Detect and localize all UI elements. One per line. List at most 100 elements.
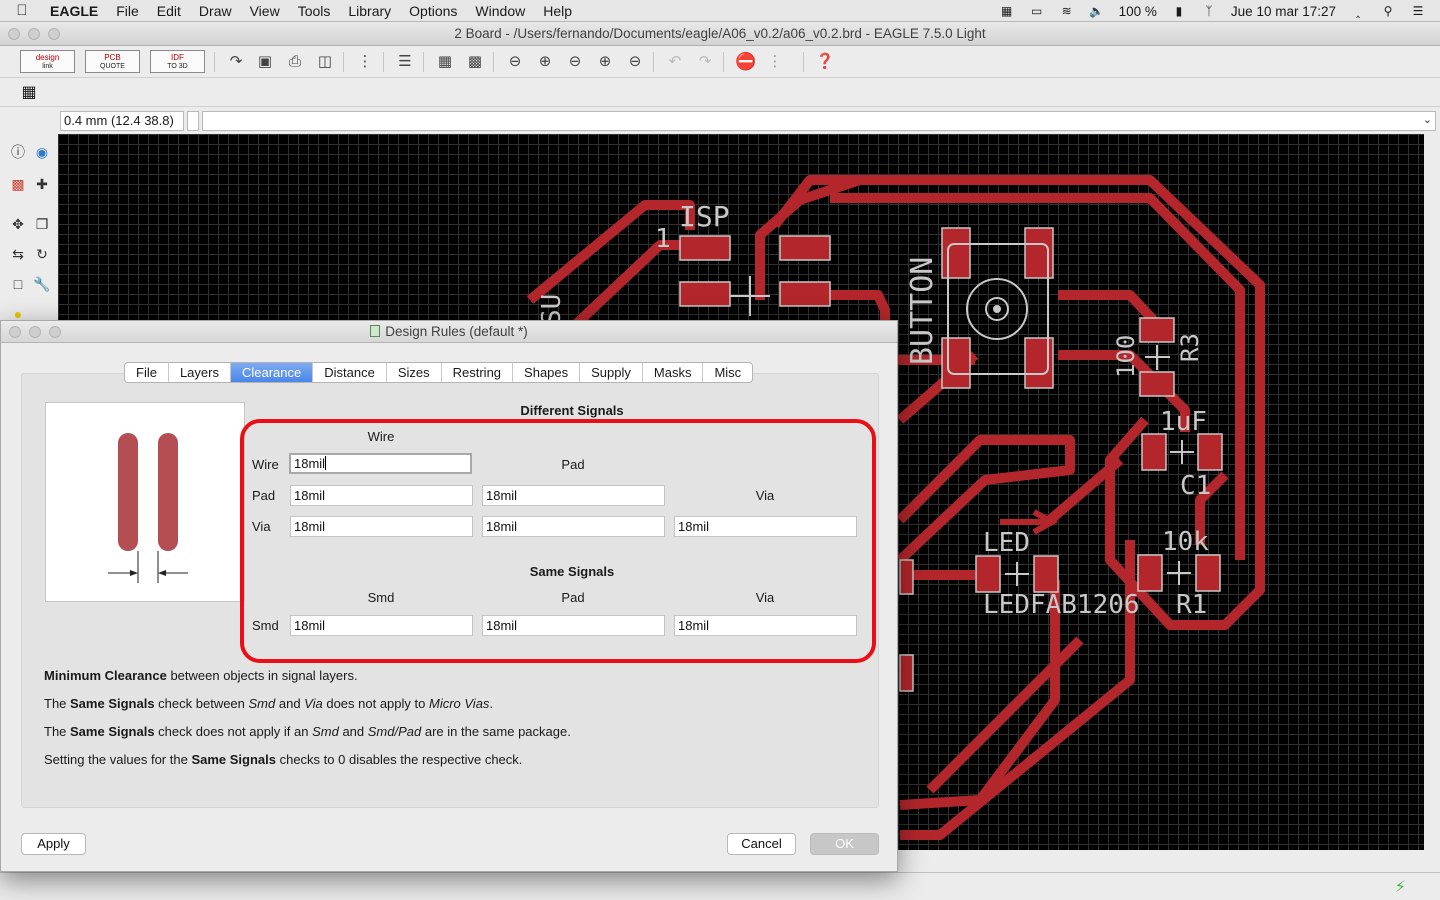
ok-button[interactable]: OK — [810, 833, 879, 855]
print-icon[interactable]: ⎙ — [285, 52, 305, 72]
script-icon[interactable]: ▦ — [435, 52, 455, 72]
pad — [1139, 371, 1175, 397]
zoom-fit-icon[interactable]: ⊖ — [505, 52, 525, 72]
close-dialog-button[interactable] — [9, 326, 21, 338]
undo-icon[interactable]: ↶ — [665, 52, 685, 72]
tab-sizes[interactable]: Sizes — [387, 363, 442, 382]
tab-supply[interactable]: Supply — [580, 363, 643, 382]
stop-icon[interactable]: ⛔ — [735, 52, 756, 72]
toolbar-separator — [214, 52, 215, 72]
mark-icon[interactable]: ✚ — [32, 174, 52, 194]
tab-clearance[interactable]: Clearance — [230, 363, 314, 382]
pad — [1197, 433, 1223, 471]
command-input[interactable] — [202, 111, 1436, 131]
run-ulp-icon[interactable]: ▩ — [465, 52, 485, 72]
zoom-last-icon[interactable]: ⊖ — [625, 52, 645, 72]
pcb-quote-button[interactable]: PCB QUOTE — [85, 50, 140, 73]
cross-c1 — [1170, 440, 1194, 464]
tab-masks[interactable]: Masks — [643, 363, 704, 382]
go-icon[interactable]: ⋮ — [765, 52, 785, 72]
pad — [941, 227, 971, 279]
help-icon[interactable]: ❓ — [815, 52, 835, 72]
menu-edit[interactable]: Edit — [148, 3, 190, 19]
label-r1: R1 — [1176, 590, 1207, 620]
bluetooth-icon[interactable]: ᛉ — [1201, 4, 1217, 18]
zoom-dialog-button[interactable] — [49, 326, 61, 338]
tab-layers[interactable]: Layers — [169, 363, 231, 382]
apple-icon[interactable]:  — [0, 2, 44, 19]
battery-percent[interactable]: 100 % — [1119, 4, 1157, 19]
menu-draw[interactable]: Draw — [190, 3, 241, 19]
command-history-box[interactable] — [187, 111, 199, 131]
change-wrench-icon[interactable]: 🔧 — [32, 274, 52, 294]
cancel-button[interactable]: Cancel — [727, 833, 796, 855]
apply-button[interactable]: Apply — [21, 833, 86, 855]
menu-tools[interactable]: Tools — [289, 3, 340, 19]
layer-settings-icon[interactable]: ☰ — [395, 52, 415, 72]
description-line: The Same Signals check does not apply if… — [44, 724, 571, 739]
minimize-window-button[interactable] — [28, 28, 40, 40]
ulp-icon[interactable]: ⋮ — [355, 52, 375, 72]
dialog-window-controls — [9, 326, 61, 338]
mirror-icon[interactable]: ⇆ — [8, 244, 28, 264]
layer-display-icon[interactable]: ▩ — [8, 174, 28, 194]
minimize-dialog-button[interactable] — [29, 326, 41, 338]
idf-to-3d-button[interactable]: IDF TO 3D — [150, 50, 205, 73]
notification-center-icon[interactable]: ☰ — [1410, 4, 1426, 18]
design-link-button[interactable]: design link — [20, 50, 75, 73]
tab-misc[interactable]: Misc — [703, 363, 752, 382]
zoom-out-icon[interactable]: ⊖ — [565, 52, 585, 72]
tab-file[interactable]: File — [125, 363, 169, 382]
wifi-icon[interactable]: ≋ — [1059, 4, 1075, 18]
design-link-bottom: link — [42, 63, 53, 70]
menu-app-eagle[interactable]: EAGLE — [44, 3, 107, 19]
redo-icon[interactable]: ↷ — [695, 52, 715, 72]
zoom-select-icon[interactable]: ⊕ — [595, 52, 615, 72]
menu-window[interactable]: Window — [466, 3, 534, 19]
open-icon[interactable]: ↷ — [226, 52, 246, 72]
pad — [899, 654, 914, 692]
pad — [779, 235, 831, 261]
tab-shapes[interactable]: Shapes — [513, 363, 581, 382]
user-icon[interactable]: ‸ — [1350, 4, 1366, 18]
battery-icon[interactable]: ▮ — [1171, 4, 1187, 18]
label-r1-value: 10k — [1162, 527, 1209, 557]
grid-icon[interactable]: ▦ — [20, 84, 38, 102]
zoom-in-icon[interactable]: ⊕ — [535, 52, 555, 72]
menu-help[interactable]: Help — [534, 3, 581, 19]
menu-library[interactable]: Library — [339, 3, 400, 19]
canvas-scrollbar[interactable] — [1424, 156, 1440, 872]
menu-view[interactable]: View — [241, 3, 289, 19]
info-icon[interactable]: ⓘ — [8, 142, 28, 162]
menu-file[interactable]: File — [107, 3, 148, 19]
tab-restring[interactable]: Restring — [442, 363, 514, 382]
menu-options[interactable]: Options — [400, 3, 466, 19]
preview-wire-left — [118, 433, 138, 551]
cross-r1 — [1167, 561, 1191, 585]
design-link-top: design — [35, 53, 60, 62]
airplay-icon[interactable]: ▭ — [1029, 4, 1045, 18]
window-title: 2 Board - /Users/fernando/Documents/eagl… — [454, 26, 986, 41]
pad — [1137, 554, 1163, 592]
save-icon[interactable]: ▣ — [255, 52, 275, 72]
toolbar-separator — [343, 52, 344, 72]
copy-icon[interactable]: ❐ — [32, 214, 52, 234]
design-rules-dialog: Design Rules (default *) Different Signa… — [0, 320, 898, 872]
rotate-icon[interactable]: ↻ — [32, 244, 52, 264]
clock[interactable]: Jue 10 mar 17:27 — [1231, 4, 1336, 19]
spotlight-search-icon[interactable]: ⚲ — [1380, 4, 1396, 18]
cam-processor-icon[interactable]: ◫ — [315, 52, 335, 72]
chevron-down-icon[interactable]: ⌄ — [1423, 113, 1432, 126]
volume-icon[interactable]: 🔈 — [1089, 4, 1105, 18]
tab-distance[interactable]: Distance — [313, 363, 387, 382]
close-window-button[interactable] — [8, 28, 20, 40]
move-icon[interactable]: ✥ — [8, 214, 28, 234]
toolbar-separator — [423, 52, 424, 72]
description-line: Minimum Clearance between objects in sig… — [44, 668, 358, 683]
preview-drawing — [108, 433, 188, 583]
group-icon[interactable]: □ — [8, 274, 28, 294]
eye-icon[interactable]: ◉ — [32, 142, 52, 162]
zoom-window-button[interactable] — [48, 28, 60, 40]
label-button: BUTTON — [905, 257, 940, 365]
eagle-status-icon[interactable]: ▦ — [999, 4, 1015, 18]
